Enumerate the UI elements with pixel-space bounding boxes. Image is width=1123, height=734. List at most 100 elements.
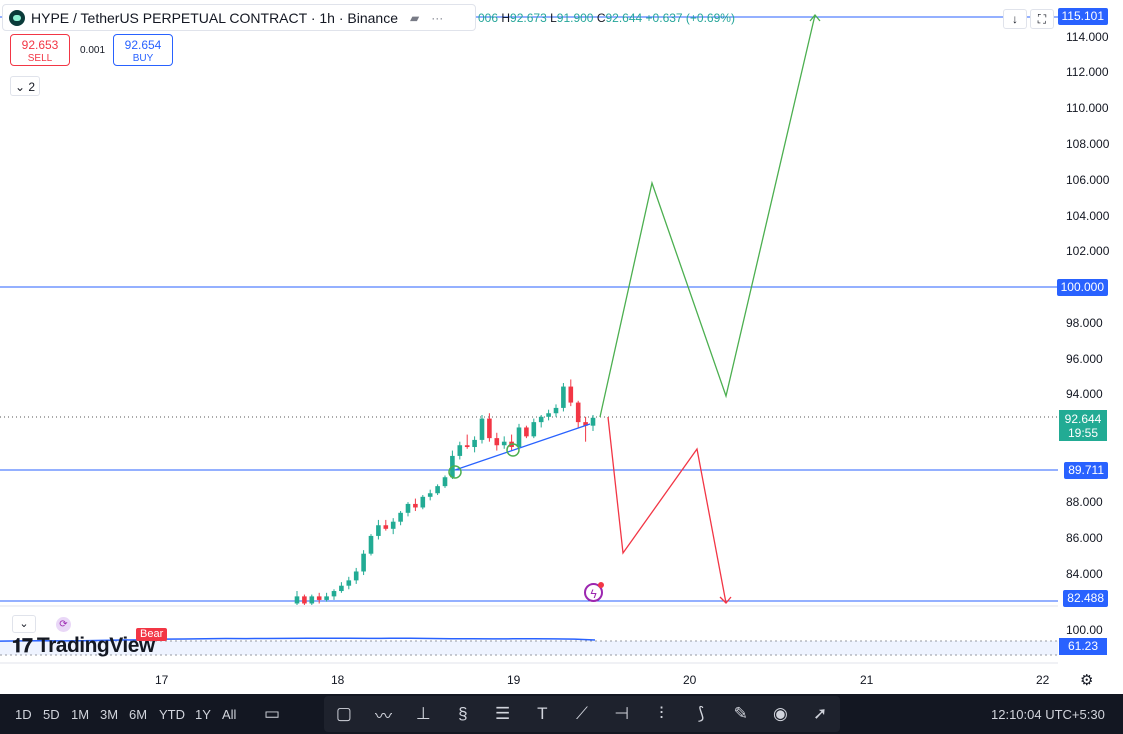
candle-body [531,422,537,437]
candle-body [561,386,566,408]
buy-button[interactable]: 92.654 BUY [113,34,173,66]
clock[interactable]: 12:10:04 UTC+5:30 [991,707,1105,722]
timeframe-5d[interactable]: 5D [43,707,60,722]
candle-body [553,407,559,414]
bar-countdown: 19:55 [1067,426,1099,440]
bottom-toolbar: 1D 5D 1M 3M 6M YTD 1Y All ▭ ▢ 〰 ⊥ § ☰ T … [0,694,1123,734]
trendline-icon[interactable]: ⟋ [570,704,594,724]
symbol-title[interactable]: HYPE / TetherUS PERPETUAL CONTRACT · 1h … [31,10,398,26]
time-label: 17 [155,673,169,687]
price-tick: 96.000 [1066,352,1103,366]
pitchfork-icon[interactable]: ⟆ [689,704,713,724]
candle-body [472,439,477,448]
candle-body [516,427,522,448]
path-icon[interactable]: 〰 [372,702,396,727]
top-level-price-label: 115.101 [1057,8,1108,25]
time-label: 20 [683,673,697,687]
price-tick: 94.000 [1066,387,1103,401]
tv-mark-icon: 𝟏𝟕 [12,636,37,657]
price-tick: 114.000 [1066,30,1109,44]
indicators-toggle[interactable]: ⌄ 2 [10,76,40,96]
level-82-price-label: 82.488 [1063,590,1108,607]
timeframe-1m[interactable]: 1M [71,707,89,722]
timeframe-all[interactable]: All [222,707,236,722]
timeframe-1y[interactable]: 1Y [195,707,211,722]
pane-collapse-button[interactable]: ⌄ [12,615,36,633]
settings-gear-icon[interactable]: ⚙ [1080,671,1093,689]
rectangle-icon[interactable]: ▢ [332,704,356,724]
fullscreen-button[interactable]: ⛶ [1030,9,1054,29]
rsi-value-label: 61.23 [1059,638,1107,655]
text-icon[interactable]: T [530,704,554,724]
chart-canvas[interactable] [0,0,1123,734]
indicators-count: 2 [28,80,36,94]
refresh-icon[interactable]: ⟳ [56,617,71,632]
candle-body [501,441,507,446]
price-tick: 108.000 [1066,137,1110,151]
candle-body [376,525,381,536]
fib-icon[interactable]: ☰ [491,704,515,724]
time-label: 18 [331,673,345,687]
arrow-icon[interactable]: ➚ [808,704,832,724]
candle-body [575,402,581,423]
drawing-tools: ▢ 〰 ⊥ § ☰ T ⟋ ⊣ ⫶ ⟆ ✎ ◉ ➚ [324,696,840,732]
calendar-range-icon[interactable]: ▭ [264,704,280,724]
brush-icon[interactable]: ✎ [729,704,753,724]
candle-body [316,596,322,600]
candle-body [546,413,551,417]
buy-price: 92.654 [124,38,162,52]
timeframe-1d[interactable]: 1D [15,707,32,722]
high-value: 92.673 [510,11,547,25]
candle-body [494,438,500,446]
candle-body [568,386,574,403]
candle-body [442,477,448,487]
arrow-down-icon: ↓ [1012,12,1018,26]
time-label: 22 [1036,673,1050,687]
chevron-down-icon: ⌄ [19,618,29,630]
flag-icon[interactable]: ▰ [410,11,419,25]
price-tick: 98.000 [1066,316,1103,330]
more-options-icon[interactable]: ··· [431,11,443,25]
price-tick: 110.000 [1066,101,1109,115]
fullscreen-icon: ⛶ [1037,12,1047,26]
candle-body [420,496,426,508]
candle-body [368,535,374,554]
bars-pattern-icon[interactable]: ⫶ [649,704,673,724]
candle-body [487,418,492,439]
candle-body [339,585,344,592]
candle-body [427,493,433,497]
candle-body [390,521,396,529]
candle-body [346,580,352,586]
sell-button[interactable]: 92.653 SELL [10,34,70,66]
timeframe-3m[interactable]: 3M [100,707,118,722]
candle-body [413,503,418,508]
tradingview-logo: 𝟏𝟕 TradingView [12,634,155,658]
projection-icon[interactable]: ⊣ [610,704,634,724]
level-89-price-label: 89.711 [1064,462,1108,479]
price-tick: 102.000 [1066,244,1110,258]
symbol-header[interactable]: HYPE / TetherUS PERPETUAL CONTRACT · 1h … [2,4,476,31]
close-value: 92.644 [605,11,643,25]
chevron-down-icon: ⌄ [14,80,26,94]
candle-body [324,596,329,600]
candle-body [479,418,485,440]
timeframe-ytd[interactable]: YTD [159,707,185,722]
sell-price: 92.653 [21,38,59,52]
candle-body [435,486,440,494]
long-position-icon[interactable]: ⊥ [411,704,435,724]
circle-icon[interactable]: ◉ [768,704,792,724]
low-label: L [550,11,557,25]
candle-body [398,512,403,522]
candle-body [353,571,359,581]
scroll-down-button[interactable]: ↓ [1003,9,1027,29]
short-position-icon[interactable]: § [451,704,475,724]
lightning-alert-icon[interactable]: ϟ [584,582,604,602]
current-price-label: 92.644 19:55 [1059,410,1107,441]
candle-body [294,596,300,604]
low-value: 91.900 [556,11,594,25]
price-tick: 104.000 [1066,209,1110,223]
bear-tag: Bear [136,628,168,641]
timeframe-6m[interactable]: 6M [129,707,147,722]
sell-label: SELL [27,53,53,64]
ohlc-values: 006 H92.673 L91.900 C92.644 +0.637 (+0.6… [478,11,735,25]
